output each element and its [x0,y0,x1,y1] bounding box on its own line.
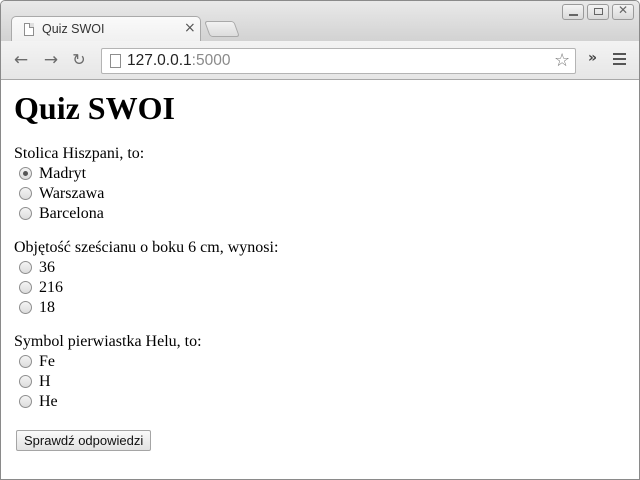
page-content: Quiz SWOI Stolica Hiszpani, to: Madryt W… [1,80,639,479]
back-button[interactable]: ← [11,50,31,70]
radio-button[interactable] [19,301,32,314]
question-text: Objętość sześcianu o boku 6 cm, wynosi: [14,239,279,256]
close-icon: ✕ [617,3,629,17]
radio-button[interactable] [19,395,32,408]
option-label: 36 [39,259,55,276]
option-label: Warszawa [39,185,105,202]
tab-quiz[interactable]: Quiz SWOI × [11,16,201,42]
option-he[interactable]: He [14,392,202,412]
option-18[interactable]: 18 [14,298,278,318]
radio-button[interactable] [19,187,32,200]
minimize-icon [569,14,578,16]
maximize-button[interactable] [587,4,609,20]
reload-button[interactable]: ↻ [69,50,89,70]
url-port: :5000 [191,52,231,69]
option-label: H [39,373,51,390]
option-label: Barcelona [39,205,104,222]
tab-title: Quiz SWOI [42,22,105,36]
question-3: Symbol pierwiastka Helu, to: Fe H He [14,332,202,412]
window-close-button[interactable]: ✕ [612,3,634,20]
radio-button[interactable] [19,281,32,294]
page-icon [24,23,34,36]
page-title: Quiz SWOI [14,90,175,126]
check-answers-button[interactable]: Sprawdź odpowiedzi [16,430,152,451]
tab-strip: Quiz SWOI × ✕ [1,1,639,42]
option-madryt[interactable]: Madryt [14,164,144,184]
bookmark-star-icon[interactable]: ☆ [554,50,570,71]
reload-icon: ↻ [72,50,86,69]
browser-window: Quiz SWOI × ✕ ← → ↻ 127.0.0.1:5000 ☆ » Q… [0,0,640,480]
option-warszawa[interactable]: Warszawa [14,184,144,204]
maximize-icon [594,8,603,15]
address-bar[interactable]: 127.0.0.1:5000 ☆ [101,48,576,74]
page-icon [110,54,121,68]
option-label: Fe [39,353,55,370]
option-36[interactable]: 36 [14,258,278,278]
forward-button[interactable]: → [41,50,61,70]
url-host: 127.0.0.1 [127,52,192,69]
radio-button[interactable] [19,261,32,274]
question-text: Stolica Hiszpani, to: [14,145,145,162]
menu-icon[interactable] [613,53,626,65]
option-barcelona[interactable]: Barcelona [14,204,144,224]
new-tab-button[interactable] [204,21,240,37]
question-1: Stolica Hiszpani, to: Madryt Warszawa Ba… [14,144,144,224]
option-fe[interactable]: Fe [14,352,202,372]
radio-button[interactable] [19,355,32,368]
radio-button[interactable] [19,167,32,180]
question-2: Objętość sześcianu o boku 6 cm, wynosi: … [14,238,278,318]
radio-button[interactable] [19,375,32,388]
close-icon[interactable]: × [184,20,196,36]
extensions-overflow-icon[interactable]: » [588,50,597,66]
option-label: Madryt [39,165,87,182]
question-text: Symbol pierwiastka Helu, to: [14,333,202,350]
browser-toolbar: ← → ↻ 127.0.0.1:5000 ☆ » [1,41,639,80]
option-label: He [39,393,58,410]
option-label: 216 [39,279,63,296]
option-h[interactable]: H [14,372,202,392]
option-216[interactable]: 216 [14,278,278,298]
arrow-right-icon: → [43,50,59,70]
arrow-left-icon: ← [13,50,29,70]
radio-button[interactable] [19,207,32,220]
option-label: 18 [39,299,55,316]
url-text: 127.0.0.1:5000 [127,52,230,70]
minimize-button[interactable] [562,4,584,20]
